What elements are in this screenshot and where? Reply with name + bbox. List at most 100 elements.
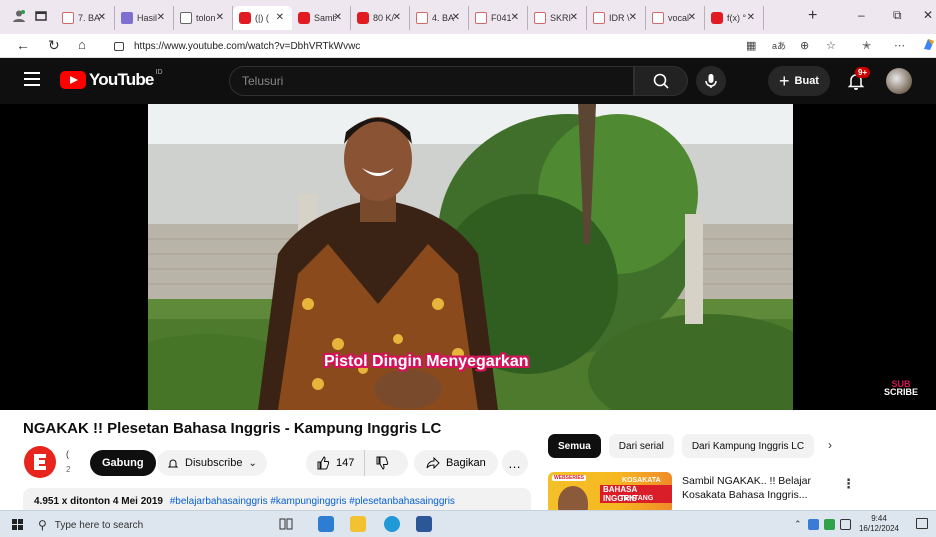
document-favicon-icon bbox=[416, 12, 428, 24]
like-button[interactable]: 147 bbox=[306, 450, 366, 476]
chevron-right-icon[interactable]: › bbox=[828, 438, 832, 452]
tab-close-icon[interactable]: ✕ bbox=[688, 12, 696, 23]
browser-tab[interactable]: 80 K/✕ bbox=[351, 6, 410, 30]
edge-icon[interactable] bbox=[384, 516, 400, 532]
like-count: 147 bbox=[336, 457, 355, 469]
url-field[interactable]: https://www.youtube.com/watch?v=DbhVRTkW… bbox=[108, 36, 728, 56]
copilot-icon[interactable] bbox=[922, 37, 936, 54]
windows-taskbar: ⚲ Type here to search ⌃ 9:44 16/12/2024 bbox=[0, 510, 936, 537]
tab-close-icon[interactable]: ✕ bbox=[334, 12, 342, 23]
new-tab-button[interactable]: + bbox=[808, 7, 817, 25]
browser-tab[interactable]: Samb ✕ bbox=[292, 6, 351, 30]
tab-close-icon[interactable]: ✕ bbox=[511, 12, 519, 23]
home-icon[interactable]: ⌂ bbox=[78, 37, 86, 52]
more-options-icon[interactable]: ⋯ bbox=[894, 39, 905, 52]
hashtags[interactable]: #belajarbahasainggris #kampunginggris #p… bbox=[170, 496, 455, 507]
browser-tab[interactable]: 7. BA ✕ bbox=[56, 6, 115, 30]
browser-tab[interactable]: F041 ✕ bbox=[469, 6, 528, 30]
task-view-icon[interactable] bbox=[278, 516, 294, 532]
windows-start-icon[interactable] bbox=[12, 519, 24, 531]
chip-from-series[interactable]: Dari serial bbox=[608, 434, 674, 458]
close-window-icon[interactable]: ✕ bbox=[923, 8, 933, 22]
browser-tab[interactable]: Hasil ✕ bbox=[115, 6, 174, 30]
upload-date: 4 Mei 2019 bbox=[112, 496, 163, 507]
profile-icon[interactable] bbox=[10, 7, 28, 25]
notifications-center-icon[interactable] bbox=[916, 518, 928, 529]
app-available-icon[interactable]: ▦ bbox=[746, 39, 756, 52]
word-icon[interactable] bbox=[416, 516, 432, 532]
search-input[interactable] bbox=[230, 67, 633, 95]
system-clock[interactable]: 9:44 16/12/2024 bbox=[854, 514, 904, 534]
browser-tab[interactable]: SKRI ✕ bbox=[528, 6, 587, 30]
guide-menu-icon[interactable] bbox=[24, 72, 40, 86]
tab-close-icon[interactable]: ✕ bbox=[157, 12, 165, 23]
search-icon: ⚲ bbox=[38, 518, 47, 532]
refresh-icon[interactable]: ↻ bbox=[48, 37, 60, 54]
minimize-icon[interactable]: – bbox=[858, 8, 865, 22]
tab-close-icon[interactable]: ✕ bbox=[276, 12, 284, 23]
youtube-wordmark: YouTube bbox=[89, 70, 154, 89]
tray-network-icon[interactable] bbox=[824, 519, 835, 530]
channel-logo-icon bbox=[34, 454, 46, 470]
notifications-button[interactable]: 9+ bbox=[846, 67, 871, 93]
keyboard-icon[interactable] bbox=[840, 519, 851, 530]
tab-close-icon[interactable]: ✕ bbox=[216, 12, 224, 23]
kebab-menu-icon[interactable]: ⋮ bbox=[842, 476, 855, 492]
tab-close-icon[interactable]: ✕ bbox=[98, 12, 106, 23]
thumb-down-icon bbox=[376, 456, 389, 470]
zoom-icon[interactable]: ⊕ bbox=[800, 39, 809, 52]
chip-from-channel[interactable]: Dari Kampung Inggris LC bbox=[681, 434, 815, 458]
voice-search-button[interactable] bbox=[696, 66, 726, 96]
bell-outline-icon bbox=[167, 459, 179, 468]
more-actions-button[interactable]: … bbox=[502, 450, 528, 476]
search-box[interactable] bbox=[229, 66, 634, 96]
file-explorer-icon[interactable] bbox=[350, 516, 366, 532]
back-icon[interactable]: ← bbox=[16, 37, 30, 53]
document-favicon-icon bbox=[593, 12, 605, 24]
plus-icon: + bbox=[779, 71, 790, 91]
tab-close-icon[interactable]: ✕ bbox=[570, 12, 578, 23]
taskbar-search-placeholder: Type here to search bbox=[54, 519, 144, 531]
subscribed-button[interactable]: Disubscribe ⌄ bbox=[157, 450, 267, 476]
subscribe-watermark[interactable]: SUB SCRIBE bbox=[884, 380, 918, 397]
browser-tab[interactable]: tolon ✕ bbox=[174, 6, 233, 30]
create-button[interactable]: + Buat bbox=[768, 66, 830, 96]
browser-tab[interactable]: vocal ✕ bbox=[646, 6, 705, 30]
thumbnail-text-3: TENTANG bbox=[620, 495, 654, 502]
workspaces-icon[interactable] bbox=[32, 7, 50, 25]
document-favicon-icon bbox=[62, 12, 74, 24]
share-button[interactable]: Bagikan bbox=[414, 450, 498, 476]
dislike-button[interactable] bbox=[365, 450, 399, 476]
tray-app-icon[interactable] bbox=[808, 519, 819, 530]
subscribed-label: Disubscribe bbox=[185, 457, 243, 469]
browser-tab[interactable]: 4. BA ✕ bbox=[410, 6, 469, 30]
tray-overflow-icon[interactable]: ⌃ bbox=[794, 519, 802, 530]
youtube-logo[interactable]: YouTube ID bbox=[60, 69, 163, 90]
favorites-list-icon[interactable]: ✭ bbox=[862, 39, 871, 52]
browser-tab[interactable]: f(x) ° ✕ bbox=[705, 6, 764, 30]
tab-close-icon[interactable]: ✕ bbox=[629, 12, 637, 23]
account-avatar[interactable] bbox=[886, 68, 912, 94]
tab-close-icon[interactable]: ✕ bbox=[747, 12, 755, 23]
clock-date: 16/12/2024 bbox=[858, 524, 900, 533]
join-button[interactable]: Gabung bbox=[90, 450, 156, 476]
tab-close-icon[interactable]: ✕ bbox=[452, 12, 460, 23]
read-aloud-icon[interactable]: aあ bbox=[772, 39, 786, 52]
taskbar-search[interactable]: ⚲ Type here to search bbox=[38, 515, 238, 535]
chip-all[interactable]: Semua bbox=[548, 434, 601, 458]
search-button[interactable] bbox=[634, 66, 688, 96]
channel-name[interactable]: ( bbox=[66, 449, 69, 459]
like-dislike-group: 147 bbox=[306, 450, 408, 476]
restore-icon[interactable]: ⧉ bbox=[893, 8, 902, 23]
mail-icon[interactable] bbox=[318, 516, 334, 532]
tab-close-icon[interactable]: ✕ bbox=[393, 12, 401, 23]
browser-tab[interactable]: (|) ( ✕ bbox=[233, 6, 292, 30]
chevron-down-icon: ⌄ bbox=[248, 457, 257, 469]
clock-time: 9:44 bbox=[871, 514, 887, 523]
channel-avatar[interactable] bbox=[24, 446, 56, 478]
tab-title: (|) ( bbox=[255, 13, 269, 23]
favorite-star-icon[interactable]: ☆ bbox=[826, 39, 836, 52]
suggested-video-title[interactable]: Sambil NGAKAK.. !! Belajar Kosakata Baha… bbox=[682, 474, 824, 502]
suggested-video-thumbnail[interactable]: WEBSERIES KOSAKATA BAHASA INGGRIS TENTAN… bbox=[548, 472, 672, 514]
browser-tab[interactable]: IDR \ ✕ bbox=[587, 6, 646, 30]
